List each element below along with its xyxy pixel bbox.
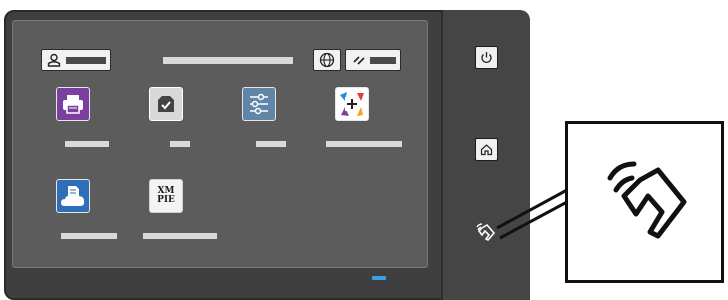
cloud-print-app-label — [61, 233, 117, 239]
nfc-callout-magnified — [565, 121, 724, 283]
xmpie-app[interactable]: XM PIE — [149, 179, 183, 213]
settings-app-label — [256, 141, 286, 147]
power-button[interactable] — [475, 46, 498, 69]
printer-icon — [63, 95, 83, 114]
print-app-label — [65, 141, 109, 147]
connection-status-button[interactable] — [345, 49, 401, 71]
screen-title-placeholder — [163, 57, 293, 64]
touch-screen: XM PIE — [12, 20, 428, 268]
status-slash-icon — [353, 56, 365, 65]
xmpie-app-label — [143, 233, 217, 239]
cloud-print-app[interactable] — [56, 179, 90, 213]
power-icon — [481, 52, 492, 63]
add-app[interactable] — [335, 87, 369, 121]
user-name-placeholder — [66, 57, 106, 64]
nfc-tap-icon-large — [607, 161, 687, 239]
cloud-document-icon — [61, 186, 85, 206]
xmpie-logo-icon: XM PIE — [157, 187, 175, 205]
home-icon — [480, 144, 493, 156]
status-led — [372, 276, 386, 280]
settings-app[interactable] — [242, 87, 276, 121]
xmpie-logo-line2: PIE — [157, 195, 175, 205]
language-button[interactable] — [313, 49, 341, 71]
status-text-placeholder — [370, 57, 396, 64]
plus-icon — [340, 92, 364, 116]
print-app[interactable] — [56, 87, 90, 121]
tray-app[interactable] — [149, 87, 183, 121]
nfc-tap-icon[interactable] — [474, 222, 496, 244]
user-login-button[interactable] — [41, 49, 111, 71]
tray-app-label — [170, 141, 190, 147]
sliders-icon — [250, 93, 268, 115]
user-icon — [47, 53, 61, 67]
add-app-label — [326, 141, 402, 147]
home-button[interactable] — [475, 138, 498, 161]
globe-icon — [319, 52, 335, 68]
tray-check-icon — [158, 96, 174, 112]
